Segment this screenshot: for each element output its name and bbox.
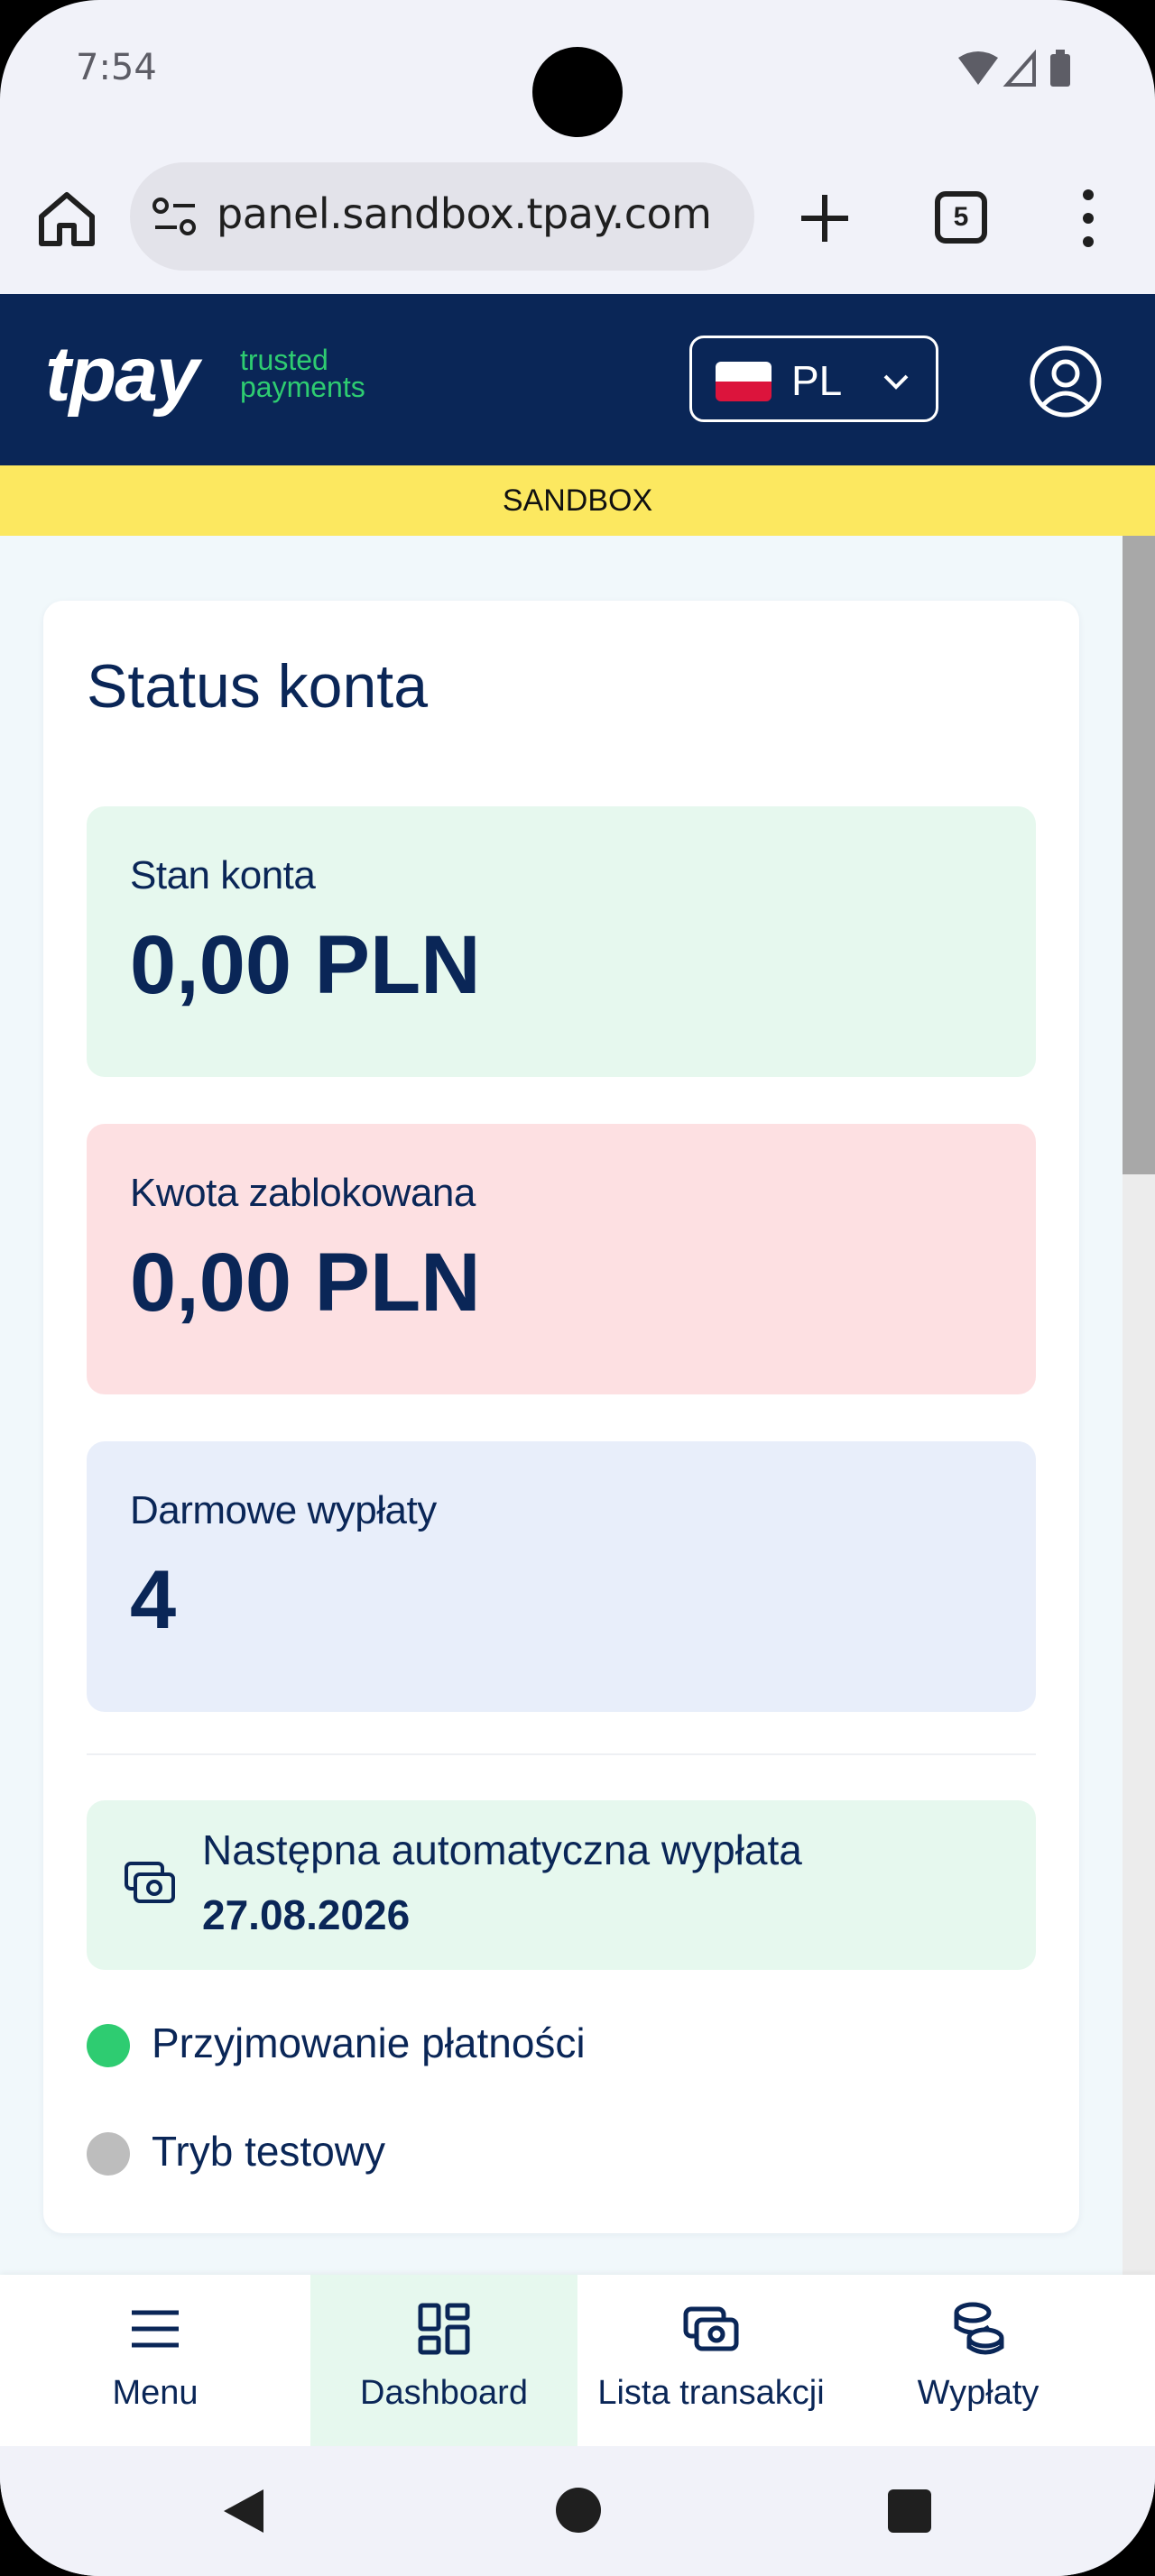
nav-payouts[interactable]: Wypłaty: [845, 2275, 1112, 2446]
url-text: panel.sandbox.tpay.com: [217, 189, 712, 238]
recent-apps-button[interactable]: [888, 2489, 931, 2533]
android-navigation-bar: [0, 2446, 1155, 2576]
blocked-amount-label: Kwota zablokowana: [130, 1171, 476, 1215]
back-icon[interactable]: [217, 2486, 271, 2536]
nav-menu-label: Menu: [112, 2374, 199, 2412]
status-dot-inactive: [87, 2132, 130, 2176]
free-payouts-label: Darmowe wypłaty: [130, 1488, 437, 1532]
balance-value: 0,00 PLN: [130, 919, 481, 1011]
menu-icon: [132, 2310, 179, 2348]
divider: [87, 1753, 1036, 1755]
logo-tagline: trusted payments: [240, 344, 365, 403]
poland-flag-icon: [716, 362, 772, 401]
nav-menu[interactable]: Menu: [0, 2275, 310, 2446]
status-dot-active: [87, 2024, 130, 2067]
user-account-icon[interactable]: [1029, 345, 1103, 419]
tab-switcher-button[interactable]: 5: [935, 191, 987, 244]
tagline-line-2: payments: [240, 371, 365, 403]
scrollbar-thumb[interactable]: [1123, 536, 1155, 1174]
browser-toolbar: panel.sandbox.tpay.com 5: [0, 153, 1155, 289]
nav-transactions-label: Lista transakcji: [597, 2374, 825, 2412]
next-payout-label: Następna automatyczna wypłata: [202, 1826, 802, 1873]
coins-icon: [954, 2302, 1004, 2355]
status-time: 7:54: [76, 47, 157, 88]
site-header: tpay trusted payments PL: [0, 294, 1155, 465]
language-selector[interactable]: PL: [689, 336, 938, 422]
language-label: PL: [791, 357, 843, 404]
nav-dashboard-label: Dashboard: [360, 2374, 528, 2412]
more-options-icon[interactable]: [1068, 186, 1108, 251]
balance-tile: Stan konta 0,00 PLN: [87, 806, 1036, 1077]
status-bar: 7:54: [0, 0, 1155, 144]
site-settings-icon[interactable]: [152, 195, 199, 238]
status-label: Przyjmowanie płatności: [152, 2019, 586, 2066]
nav-transactions[interactable]: Lista transakcji: [578, 2275, 845, 2446]
camera-cutout: [532, 47, 623, 137]
address-bar[interactable]: panel.sandbox.tpay.com: [130, 162, 754, 271]
wifi-icon: [958, 51, 998, 85]
dashboard-icon: [418, 2303, 470, 2355]
nav-dashboard[interactable]: Dashboard: [310, 2275, 578, 2446]
system-status-icons: [958, 49, 1070, 87]
free-payouts-value: 4: [130, 1554, 177, 1646]
home-icon[interactable]: [34, 186, 99, 251]
account-status-card: Status konta Stan konta 0,00 PLN Kwota z…: [43, 601, 1079, 2233]
chevron-down-icon: [883, 374, 909, 390]
new-tab-icon[interactable]: [794, 188, 855, 249]
nav-payouts-label: Wypłaty: [917, 2374, 1040, 2412]
status-label: Tryb testowy: [152, 2128, 386, 2175]
cash-icon: [683, 2306, 739, 2351]
tpay-logo[interactable]: tpay: [45, 330, 199, 419]
main-content: Status konta Stan konta 0,00 PLN Kwota z…: [0, 536, 1123, 2275]
bottom-navigation: Menu Dashboard Lista transakcji Wypłaty: [0, 2275, 1155, 2446]
phone-screen: 7:54 panel.sandbox.tpay.com 5 tpay trust…: [0, 0, 1155, 2576]
card-title: Status konta: [87, 652, 429, 721]
next-payout-date: 27.08.2026: [202, 1891, 411, 1938]
cash-icon: [125, 1862, 175, 1903]
sandbox-banner: SANDBOX: [0, 465, 1155, 536]
free-payouts-tile: Darmowe wypłaty 4: [87, 1441, 1036, 1712]
blocked-amount-tile: Kwota zablokowana 0,00 PLN: [87, 1124, 1036, 1394]
signal-icon: [1003, 49, 1036, 87]
tagline-line-1: trusted: [240, 344, 328, 376]
balance-label: Stan konta: [130, 853, 316, 897]
blocked-amount-value: 0,00 PLN: [130, 1237, 481, 1329]
android-home-button[interactable]: [556, 2488, 601, 2533]
next-payout-box: Następna automatyczna wypłata 27.08.2026: [87, 1800, 1036, 1970]
battery-icon: [1050, 54, 1070, 87]
